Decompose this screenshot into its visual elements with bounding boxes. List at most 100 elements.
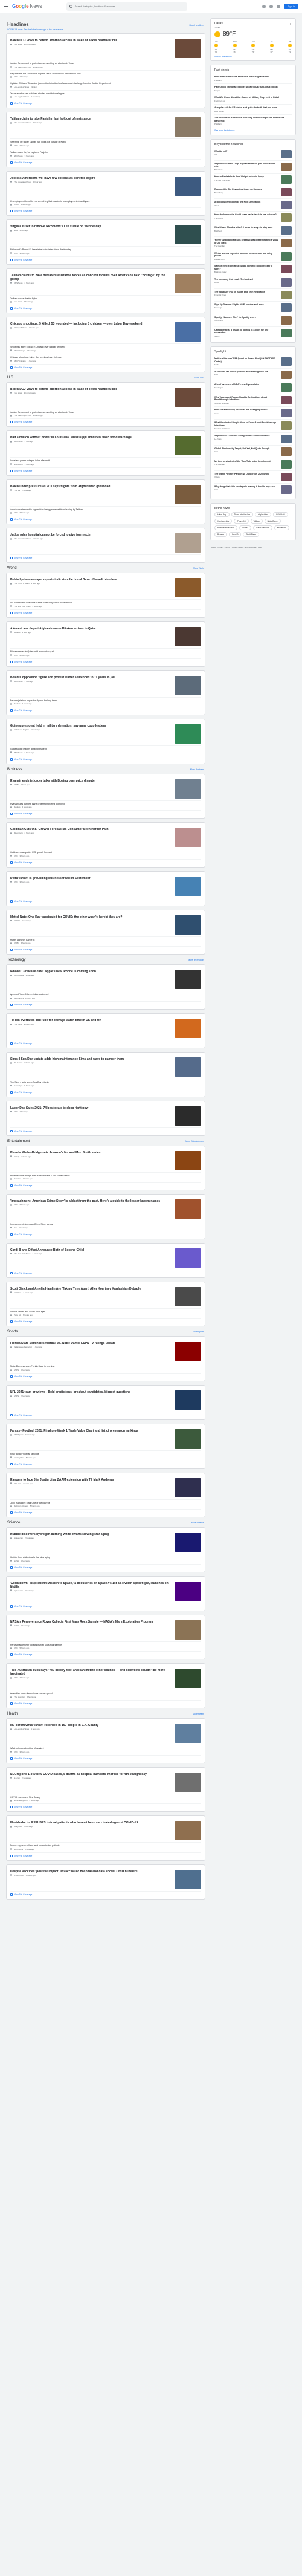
story-source[interactable]: Fox News: [14, 300, 22, 303]
sidebar-story-thumbnail[interactable]: [281, 201, 292, 209]
related-story[interactable]: Justice Department to protect women seek…: [10, 409, 201, 420]
story-thumbnail[interactable]: [175, 626, 201, 646]
sidebar-story-title[interactable]: How Biden Americans still Biden left in …: [214, 76, 292, 79]
view-full-coverage-link[interactable]: View Full Coverage: [10, 898, 201, 903]
sidebar-story-thumbnail[interactable]: [281, 316, 292, 325]
sign-in-button[interactable]: Sign in: [283, 4, 298, 9]
story-title[interactable]: Chicago shootings: 5 killed, 53 wounded …: [10, 322, 172, 326]
story-source[interactable]: NASA: [14, 1624, 19, 1627]
view-full-coverage-link[interactable]: View Full Coverage: [10, 1040, 201, 1045]
sidebar-story-thumbnail[interactable]: [281, 213, 292, 222]
story-title[interactable]: Hubble discovers hydrogen-burning white …: [10, 1533, 172, 1536]
section-more-link[interactable]: More Sports: [193, 1331, 204, 1333]
related-story[interactable]: Justice Department to protect women seek…: [10, 60, 201, 71]
story-source[interactable]: CNBC: [14, 784, 19, 786]
sidebar-story-title[interactable]: What to tell?: [214, 150, 278, 153]
story-source[interactable]: PC Gamer: [14, 1062, 22, 1064]
story-source[interactable]: CNN: [14, 855, 18, 857]
view-full-coverage-link[interactable]: View Full Coverage: [10, 1374, 201, 1378]
sidebar-story[interactable]: A Robot Scientist Inside the Next Genera…: [214, 198, 292, 211]
story-source[interactable]: Deadline: [14, 1178, 21, 1180]
sidebar-story[interactable]: How Extraordinarily Essential in a Chang…: [214, 406, 292, 419]
lead-story[interactable]: Hubble discovers hydrogen-burning white …: [10, 1531, 201, 1555]
view-full-coverage-link[interactable]: View Full Coverage: [10, 1565, 201, 1569]
story-thumbnail[interactable]: [175, 1669, 201, 1689]
view-full-coverage-link[interactable]: View Full Coverage: [10, 756, 201, 761]
related-story[interactable]: Louisiana power outages in Ida aftermath…: [10, 458, 201, 468]
sidebar-story-title[interactable]: A Robot Scientist Inside the Next Genera…: [214, 201, 278, 204]
lead-story[interactable]: NFL 2021 team previews - Bold prediction…: [10, 1389, 201, 1413]
lead-story[interactable]: Virginia is set to remove Richmond's Lee…: [10, 223, 201, 247]
sidebar-story[interactable]: A regular call for ER vision isn't quite…: [214, 104, 292, 114]
story-source[interactable]: CNBC: [14, 203, 19, 206]
sidebar-story-title[interactable]: How Extraordinarily Essential in a Chang…: [214, 409, 278, 412]
story-source[interactable]: ESPN: [14, 1395, 19, 1397]
sidebar-story-thumbnail[interactable]: [281, 175, 292, 184]
sidebar-story-thumbnail[interactable]: [281, 149, 292, 158]
story-source[interactable]: CNBC: [14, 942, 19, 944]
sidebar-story[interactable]: How Biden Americans still Biden left in …: [214, 74, 292, 83]
story-source[interactable]: ABC7 Chicago: [14, 360, 26, 362]
view-full-coverage-link[interactable]: View Full Coverage: [10, 1412, 201, 1417]
story-title[interactable]: Sims 4 Spa Day update adds high maintena…: [10, 1057, 172, 1061]
story-title[interactable]: Mu coronavirus variant recorded in 167 p…: [10, 1724, 172, 1727]
story-source[interactable]: Los Angeles Times: [14, 96, 29, 98]
related-story[interactable]: Unemployment benefits end something that…: [10, 198, 201, 209]
story-source[interactable]: The Washington Post: [14, 66, 31, 68]
related-story[interactable]: Six Palestinians Prisoners Tunnel Their …: [10, 600, 201, 610]
sidebar-story-title[interactable]: Fact Check: Hospital Explore 'Ahead to U…: [214, 86, 292, 89]
story-title[interactable]: Despite vaccines' positive impact, unvac…: [10, 1870, 172, 1874]
weather-more-link[interactable]: More on weather.com: [214, 55, 292, 57]
story-title[interactable]: Justice Department to protect women seek…: [10, 62, 201, 65]
story-title[interactable]: Mattel Note: One Kav vaccinated for COVI…: [10, 915, 172, 919]
story-source[interactable]: Los Angeles Times: [14, 1728, 29, 1730]
topic-chip[interactable]: Gavin Newsom: [253, 525, 272, 530]
story-thumbnail[interactable]: [175, 1724, 201, 1743]
story-title[interactable]: Taliban claim they've captured Panjshir: [10, 151, 201, 154]
sidebar-story-title[interactable]: A regular call for ER vision isn't quite…: [214, 106, 292, 109]
lead-story[interactable]: Labor Day Sales 2021: 74 best deals to s…: [10, 1105, 201, 1128]
story-thumbnail[interactable]: [175, 1821, 201, 1841]
story-title[interactable]: Cardi B and Offset Announce Birth of Sec…: [10, 1248, 172, 1252]
sidebar-story[interactable]: The 'millions of Americans' said they lo…: [214, 114, 292, 128]
story-title[interactable]: Louisiana power outages in Ida aftermath: [10, 459, 201, 462]
lead-story[interactable]: Florida doctor REFUSES to treat patients…: [10, 1819, 201, 1843]
view-full-coverage-link[interactable]: View Full Coverage: [10, 811, 201, 816]
lead-story[interactable]: 'Impeachment: American Crime Story' is a…: [10, 1198, 201, 1222]
view-full-coverage-link[interactable]: View Full Coverage: [10, 1892, 201, 1896]
section-more-link[interactable]: More Health: [193, 1713, 204, 1715]
section-more-link[interactable]: More World: [193, 567, 204, 569]
story-title[interactable]: Fantasy Football 2021: Final pre-Week 1 …: [10, 1429, 172, 1433]
story-title[interactable]: Rangers to face 3 in Justin Lisa, ZAAM e…: [10, 1478, 172, 1482]
story-source[interactable]: The Verge: [14, 1023, 22, 1025]
story-source[interactable]: Tallahassee Democrat: [14, 1346, 32, 1348]
story-thumbnail[interactable]: [175, 1581, 201, 1601]
lead-story[interactable]: iPhone 13 release date: Apple's new iPho…: [10, 968, 201, 992]
sidebar-story[interactable]: The Equalizer Pay on Banks and Tech Regu…: [214, 288, 292, 301]
story-source[interactable]: CBS Sports: [14, 1433, 24, 1436]
story-thumbnail[interactable]: [175, 225, 201, 245]
search-icon[interactable]: [69, 5, 72, 8]
story-source[interactable]: CBS News: [14, 282, 23, 284]
lead-story[interactable]: Cardi B and Offset Announce Birth of Sec…: [10, 1247, 201, 1270]
lead-story[interactable]: A Americans depart Afghanistan on Blinke…: [10, 625, 201, 649]
lead-story[interactable]: TikTok overtakes YouTube for average wat…: [10, 1017, 201, 1041]
related-story[interactable]: Goldman downgrades U.S. growth forecast C…: [10, 849, 201, 860]
topic-chip[interactable]: Labor Day: [214, 511, 230, 517]
story-source[interactable]: CNN: [14, 1647, 18, 1649]
story-title[interactable]: The Sims 4 gets a new Spa Day refresh: [10, 1081, 201, 1084]
story-title[interactable]: Final fantasy football rankings: [10, 1453, 201, 1456]
story-source[interactable]: NBC Miami: [14, 1848, 23, 1851]
story-title[interactable]: Shootings leave 5 dead in Chicago over h…: [10, 346, 201, 349]
sidebar-story[interactable]: Afghanistan: Hero Dogs-Afghan and their …: [214, 160, 292, 174]
story-title[interactable]: Notre Dame survives Florida State in ove…: [10, 1365, 201, 1368]
story-title[interactable]: Impeachment: American Crime Story review: [10, 1223, 201, 1226]
sidebar-story-thumbnail[interactable]: [281, 188, 292, 196]
story-source[interactable]: USA TODAY: [14, 1874, 24, 1877]
story-title[interactable]: Republicans like Gov Abbott hop the Texa…: [10, 73, 201, 76]
sidebar-story-thumbnail[interactable]: [281, 485, 292, 494]
story-title[interactable]: Goldman downgrades U.S. growth forecast: [10, 851, 201, 854]
topic-chip[interactable]: Taliban: [250, 518, 263, 524]
sidebar-story-thumbnail[interactable]: [281, 472, 292, 481]
story-title[interactable]: Guinea president held in military detent…: [10, 724, 172, 728]
